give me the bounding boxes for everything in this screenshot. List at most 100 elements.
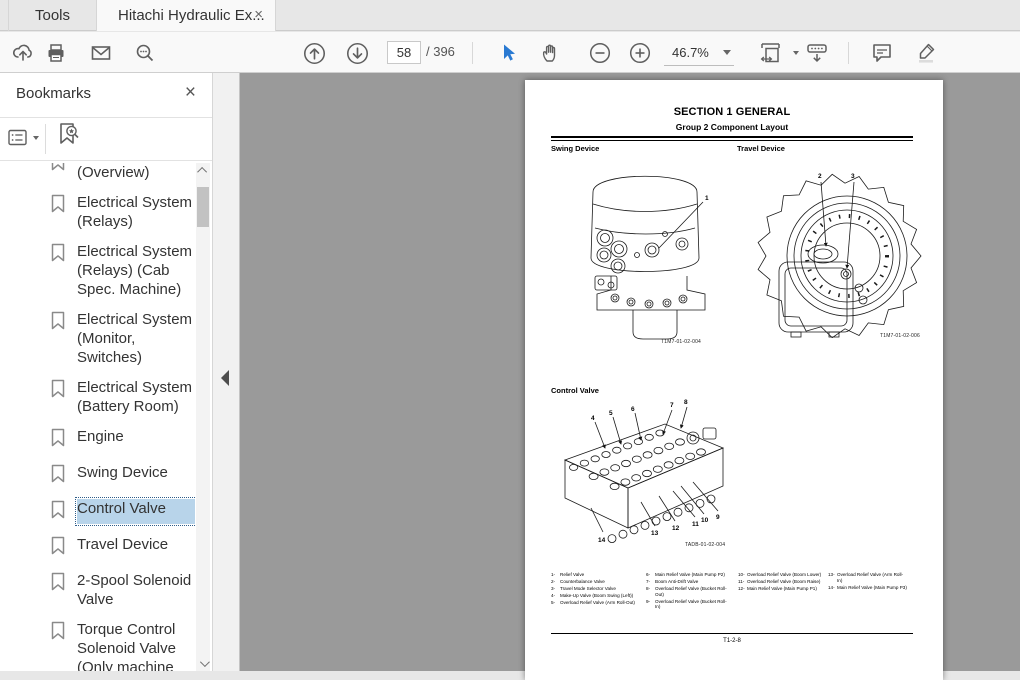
sprocket-outline bbox=[758, 174, 921, 337]
bookmark-item[interactable]: Electrical System (Battery Room) bbox=[50, 378, 196, 416]
comment-button[interactable] bbox=[870, 41, 894, 65]
legend-item: 13-Overload Relief Valve (Arm Roll-In) bbox=[828, 572, 914, 583]
section-title: SECTION 1 GENERAL bbox=[551, 106, 913, 118]
page-number-input[interactable]: 58 bbox=[387, 41, 421, 64]
chevron-down-icon bbox=[199, 657, 209, 667]
hand-tool-button[interactable] bbox=[539, 41, 563, 65]
control-valve-figure: 4 5 6 7 8 9 10 11 12 13 14 bbox=[553, 396, 743, 556]
control-valve-heading: Control Valve bbox=[551, 386, 599, 395]
next-page-button[interactable] bbox=[345, 41, 369, 65]
bookmarks-list: (Overview) Electrical System (Relays) Elec… bbox=[0, 163, 196, 671]
bookmark-label: (Overview) bbox=[77, 163, 195, 182]
callout-3: 3 bbox=[851, 173, 855, 180]
swing-device-figure: 1 bbox=[555, 158, 740, 340]
callout-11: 11 bbox=[692, 521, 699, 528]
callout-5: 5 bbox=[609, 410, 613, 417]
bookmark-flag-icon bbox=[50, 242, 66, 299]
bookmark-item[interactable]: Torque Control Solenoid Valve (Only mach… bbox=[50, 620, 196, 671]
collapse-panel-icon[interactable] bbox=[221, 370, 229, 386]
travel-device-caption: T1M7-01-02-006 bbox=[855, 333, 920, 339]
bookmark-flag-icon bbox=[50, 535, 66, 560]
legend-item: 10-Overload Relief Valve (Boom Lower) bbox=[738, 572, 828, 578]
chevron-down-icon bbox=[723, 50, 731, 55]
callout-13: 13 bbox=[651, 530, 659, 537]
spool-row bbox=[608, 495, 715, 543]
previous-page-button[interactable] bbox=[302, 41, 326, 65]
bookmarks-options-button[interactable] bbox=[6, 126, 40, 150]
bookmark-item[interactable]: Control Valve bbox=[50, 499, 196, 524]
page-total-label: / 396 bbox=[426, 44, 455, 59]
bookmark-item[interactable]: Swing Device bbox=[50, 463, 196, 488]
scroll-mode-button[interactable] bbox=[805, 41, 829, 65]
legend-item: 2-Counterbalance Valve bbox=[551, 579, 646, 585]
divider bbox=[0, 160, 212, 161]
double-rule bbox=[551, 136, 913, 141]
envelope-icon bbox=[90, 42, 112, 64]
legend-item: 8-Overload Relief Valve (Bucket Roll-Out… bbox=[646, 586, 738, 597]
bookmark-item[interactable]: Electrical System (Relays) bbox=[50, 193, 196, 231]
hand-icon bbox=[540, 42, 562, 64]
zoom-level-dropdown[interactable]: 46.7% bbox=[664, 40, 734, 66]
locate-bookmark-icon bbox=[56, 121, 82, 149]
comment-bubble-icon bbox=[870, 41, 894, 65]
options-list-icon bbox=[7, 128, 29, 148]
callout-4: 4 bbox=[591, 415, 595, 422]
select-tool-button[interactable] bbox=[496, 41, 520, 65]
bookmark-label: Travel Device bbox=[77, 535, 195, 560]
page-fit-dropdown[interactable] bbox=[789, 41, 799, 65]
bookmark-label: Electrical System (Battery Room) bbox=[77, 378, 195, 416]
bookmarks-panel: Bookmarks × (Overview) Electrical System … bbox=[0, 73, 213, 671]
bookmark-item[interactable]: Travel Device bbox=[50, 535, 196, 560]
document-viewport[interactable]: SECTION 1 GENERAL Group 2 Component Layo… bbox=[240, 73, 1020, 671]
bookmark-flag-icon bbox=[50, 193, 66, 231]
tab-document-label: Hitachi Hydraulic Ex... bbox=[118, 7, 265, 24]
swing-device-caption: T1M7-01-02-004 bbox=[661, 339, 701, 345]
figure-legend: 1-Relief Valve2-Counterbalance Valve3-Tr… bbox=[551, 572, 917, 612]
scroll-down-arrow[interactable] bbox=[196, 656, 210, 671]
bookmarks-close-icon[interactable]: × bbox=[185, 82, 196, 104]
bookmarks-header: Bookmarks × bbox=[0, 73, 212, 117]
bookmark-item[interactable]: 2-Spool Solenoid Valve bbox=[50, 571, 196, 609]
search-button[interactable] bbox=[133, 41, 157, 65]
bookmark-label: Control Valve bbox=[77, 499, 195, 524]
zoom-out-button[interactable] bbox=[588, 41, 612, 65]
tab-document[interactable]: Hitachi Hydraulic Ex... × bbox=[97, 0, 276, 31]
travel-device-heading: Travel Device bbox=[737, 144, 785, 153]
tab-close-icon[interactable]: × bbox=[254, 5, 263, 25]
bookmark-item[interactable]: Electrical System (Monitor, Switches) bbox=[50, 310, 196, 367]
bookmark-flag-icon bbox=[50, 378, 66, 416]
tab-tools-label: Tools bbox=[35, 7, 70, 24]
scroll-up-arrow[interactable] bbox=[196, 163, 210, 178]
callout-14: 14 bbox=[598, 537, 606, 544]
scrollbar-thumb[interactable] bbox=[197, 187, 209, 227]
divider bbox=[45, 124, 46, 154]
select-arrow-icon bbox=[497, 42, 519, 64]
bookmark-item[interactable]: Engine bbox=[50, 427, 196, 452]
bookmark-label: 2-Spool Solenoid Valve bbox=[77, 571, 195, 609]
page-fit-button[interactable] bbox=[757, 41, 787, 65]
callout-12: 12 bbox=[672, 525, 680, 532]
zoom-level-value: 46.7% bbox=[664, 45, 709, 60]
zoom-in-button[interactable] bbox=[628, 41, 652, 65]
bookmark-flag-icon bbox=[50, 163, 66, 182]
travel-device-figure: 2 3 bbox=[751, 166, 927, 338]
bookmark-item[interactable]: (Overview) bbox=[50, 163, 196, 182]
bookmark-flag-icon bbox=[50, 310, 66, 367]
bookmark-label: Engine bbox=[77, 427, 195, 452]
bookmark-item[interactable]: Electrical System (Relays) (Cab Spec. Ma… bbox=[50, 242, 196, 299]
legend-column: 6-Main Relief Valve (Main Pump P2)7-Boom… bbox=[646, 572, 738, 612]
page-footer-label: T1-2-8 bbox=[551, 638, 913, 644]
print-button[interactable] bbox=[44, 41, 68, 65]
bookmarks-scrollbar[interactable] bbox=[196, 163, 210, 671]
chevron-up-icon bbox=[197, 167, 207, 177]
spool-row bbox=[610, 449, 705, 490]
locate-current-bookmark-button[interactable] bbox=[54, 123, 84, 147]
plus-circle-icon bbox=[629, 42, 651, 64]
tab-tools[interactable]: Tools bbox=[8, 0, 97, 31]
legend-item: 9-Overload Relief Valve (Bucket Roll-In) bbox=[646, 599, 738, 610]
share-button[interactable] bbox=[11, 41, 35, 65]
callout-9: 9 bbox=[716, 514, 720, 521]
callout-6: 6 bbox=[631, 406, 635, 413]
email-button[interactable] bbox=[89, 41, 113, 65]
highlight-button[interactable] bbox=[915, 41, 939, 65]
